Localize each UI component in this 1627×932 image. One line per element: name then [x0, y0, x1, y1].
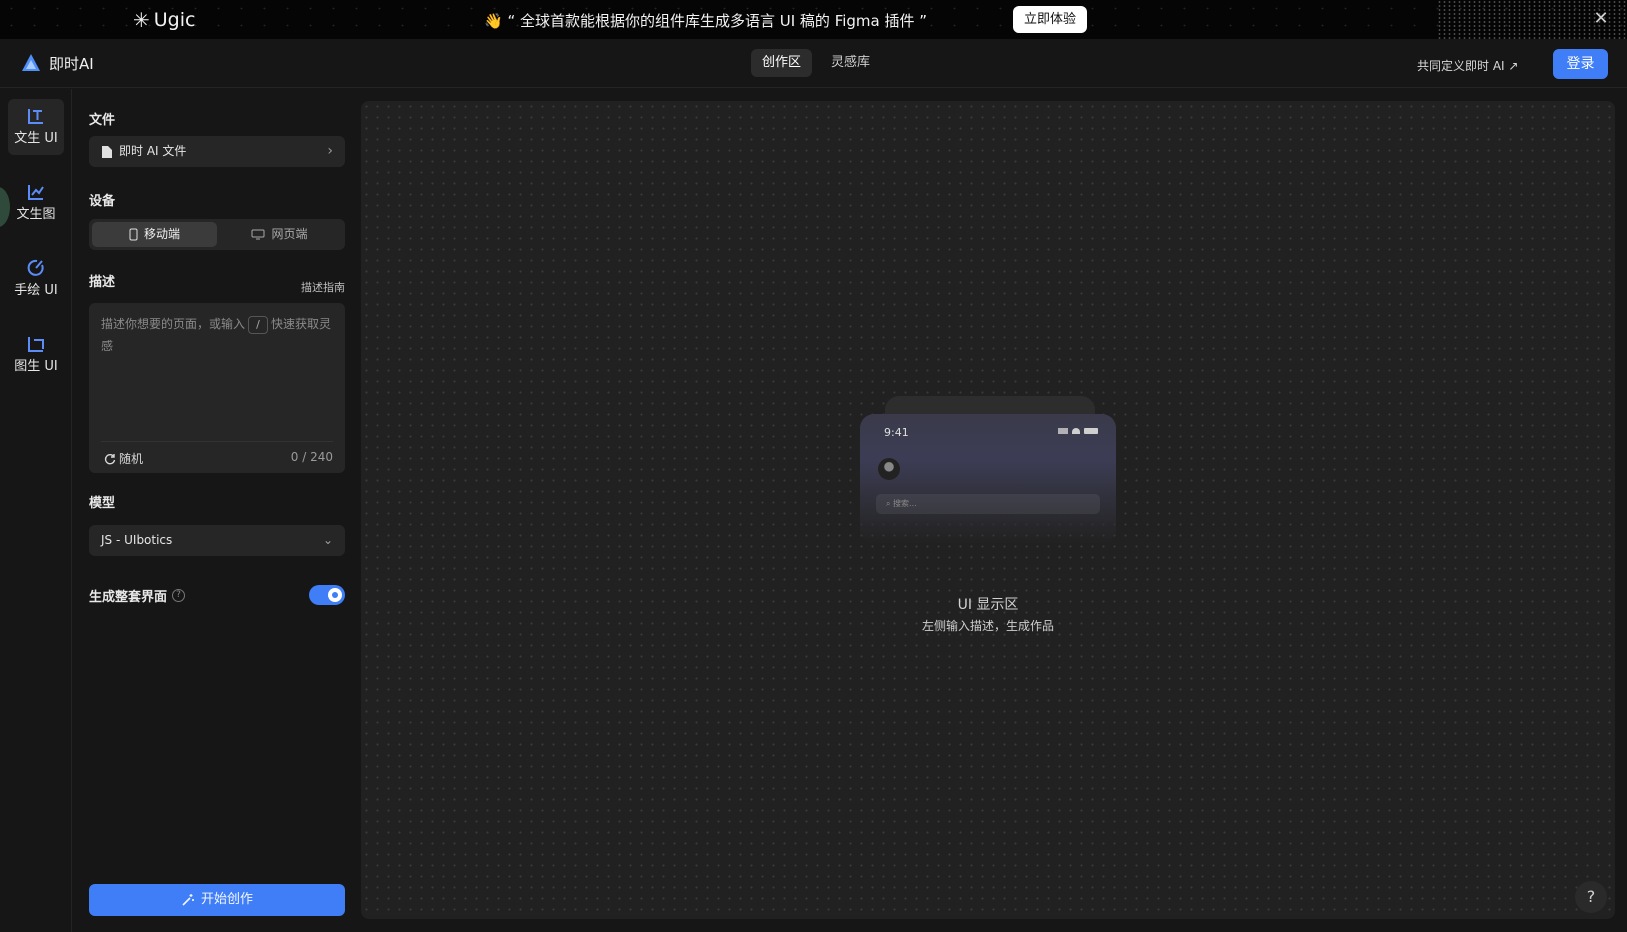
sketch-icon [27, 259, 44, 276]
description-input[interactable]: 描述你想要的页面，或输入 / 快速获取灵感 随机 0 / 240 [89, 303, 345, 473]
image-to-ui-icon [28, 337, 44, 352]
rail-item-label: 图生 UI [14, 359, 58, 374]
help-circle-icon[interactable]: ? [172, 588, 186, 602]
app-name: 即时AI [49, 54, 94, 73]
tab-create[interactable]: 创作区 [751, 49, 813, 77]
full-ui-setting: 生成整套界面 ? [89, 585, 345, 605]
char-counter: 0 / 240 [290, 450, 333, 464]
magic-wand-icon [182, 894, 194, 906]
battery-icon [1084, 428, 1098, 434]
rail-item-image-to-ui[interactable]: 图生 UI [8, 327, 64, 383]
mock-search-bar: ⌕ 搜索... [876, 494, 1100, 514]
login-button[interactable]: 登录 [1553, 49, 1608, 79]
desktop-icon [251, 229, 265, 240]
ugic-logo-icon: ✳ [133, 8, 150, 32]
toggle-knob [328, 588, 342, 602]
mock-avatar [878, 458, 900, 480]
chevron-down-icon: ⌄ [322, 533, 333, 547]
rail-item-text-to-image[interactable]: 文生图 [8, 175, 64, 231]
top-navigation: 即时AI 创作区 灵感库 共同定义即时 AI ↗ 登录 [0, 39, 1627, 88]
close-icon[interactable]: ✕ [1590, 8, 1612, 30]
rail-item-label: 文生 UI [14, 131, 58, 146]
device-switch: 移动端 网页端 [89, 219, 345, 250]
mode-rail: 文生 UI 文生图 手绘 UI 图生 UI [0, 89, 72, 932]
signal-icon [1058, 428, 1068, 434]
phone-mockup: 9:41 ⌕ 搜索... [860, 414, 1116, 544]
mock-status-time: 9:41 [884, 426, 909, 439]
file-section-title: 文件 [89, 113, 116, 128]
file-icon [102, 145, 112, 158]
text-to-ui-icon [28, 109, 43, 124]
file-name: 即时 AI 文件 [119, 144, 187, 158]
description-footer: 随机 0 / 240 [101, 441, 333, 473]
description-placeholder: 描述你想要的页面，或输入 / 快速获取灵感 [101, 313, 333, 357]
app-logo-icon [22, 54, 40, 71]
mock-status-icons [1058, 428, 1098, 434]
random-label: 随机 [119, 452, 144, 466]
banner-message: 👋 “ 全球首款能根据你的组件库生成多语言 UI 稿的 Figma 插件 ” [484, 12, 928, 30]
canvas-subtitle: 左侧输入描述，生成作品 [921, 619, 1054, 633]
banner-brand[interactable]: ✳ Ugic [133, 8, 195, 32]
wifi-icon [1072, 428, 1080, 434]
rail-item-sketch-ui[interactable]: 手绘 UI [8, 251, 64, 307]
ui-display-canvas[interactable]: 9:41 ⌕ 搜索... UI 显示区 左侧输入描述，生成作品 [361, 101, 1615, 919]
model-select[interactable]: JS - UIbotics ⌄ [89, 525, 345, 556]
start-create-label: 开始创作 [200, 892, 253, 907]
device-option-mobile[interactable]: 移动端 [92, 222, 217, 247]
banner-brand-name: Ugic [153, 9, 196, 31]
model-section-title: 模型 [89, 496, 116, 511]
device-option-desktop[interactable]: 网页端 [217, 222, 342, 247]
device-option-label: 网页端 [271, 227, 308, 241]
refresh-icon [104, 453, 116, 464]
help-button[interactable]: ? [1575, 881, 1607, 913]
file-selector[interactable]: 即时 AI 文件 › [89, 136, 345, 167]
start-create-button[interactable]: 开始创作 [89, 884, 345, 916]
random-button[interactable]: 随机 [104, 450, 143, 467]
description-guide-link[interactable]: 描述指南 [301, 279, 345, 295]
rail-item-label: 手绘 UI [14, 283, 58, 298]
device-option-label: 移动端 [143, 227, 180, 241]
device-section-title: 设备 [89, 194, 116, 209]
canvas-title: UI 显示区 [957, 597, 1019, 613]
tab-inspiration[interactable]: 灵感库 [820, 49, 881, 77]
chevron-right-icon: › [327, 143, 333, 159]
cooperate-link[interactable]: 共同定义即时 AI ↗ [1417, 57, 1518, 74]
model-selected-value: JS - UIbotics [101, 533, 173, 547]
settings-panel: 文件 即时 AI 文件 › 设备 移动端 网页端 描述 描述指南 描述你想要的页… [73, 89, 357, 932]
description-section-title: 描述 [89, 275, 116, 290]
main-tabs: 创作区 灵感库 [751, 49, 881, 77]
promo-banner: ✳ Ugic 👋 “ 全球首款能根据你的组件库生成多语言 UI 稿的 Figma… [0, 0, 1627, 39]
full-ui-label: 生成整套界面 [89, 589, 168, 605]
slash-key-hint: / [248, 315, 269, 334]
mock-search-placeholder: 搜索... [893, 499, 917, 508]
full-ui-toggle[interactable] [309, 585, 345, 605]
placeholder-text-start: 描述你想要的页面，或输入 [101, 317, 246, 331]
banner-cta-button[interactable]: 立即体验 [1013, 6, 1088, 33]
rail-item-label: 文生图 [16, 207, 56, 222]
text-to-image-icon [28, 185, 44, 200]
mobile-icon [129, 228, 138, 241]
app-logo[interactable]: 即时AI [20, 52, 94, 74]
rail-item-text-to-ui[interactable]: 文生 UI [8, 99, 64, 155]
